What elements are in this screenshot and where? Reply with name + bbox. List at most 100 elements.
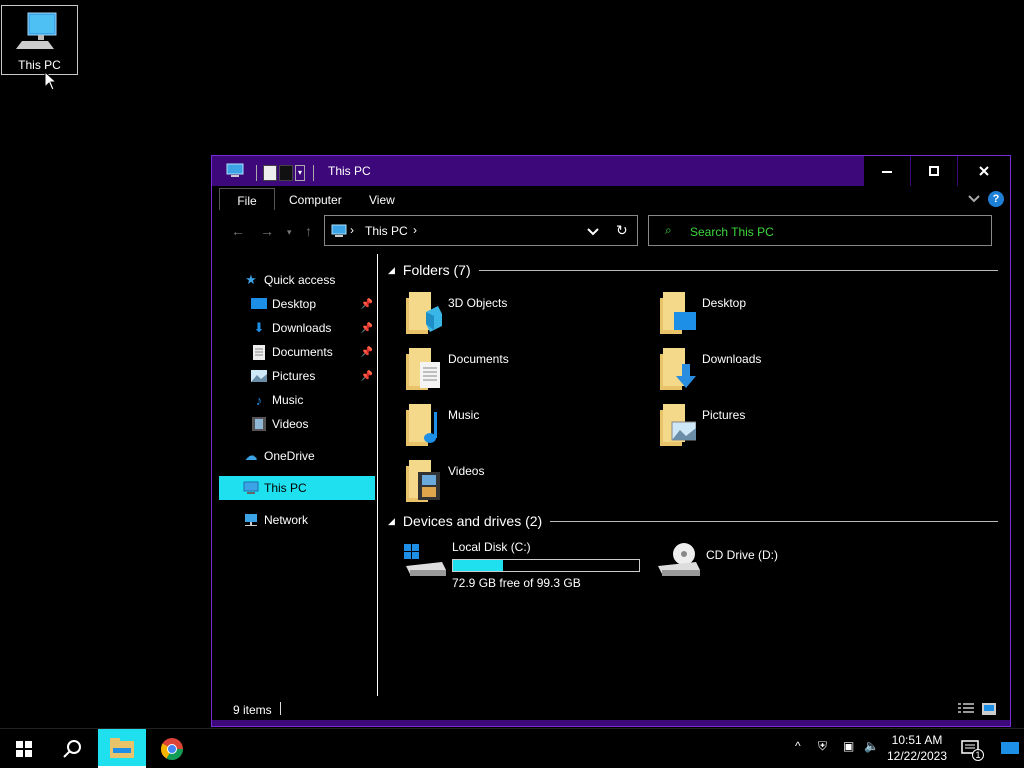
recent-locations-icon[interactable]: ▾ [287,227,292,238]
folder-music[interactable]: Music [402,402,652,452]
taskbar-chrome[interactable] [148,729,196,768]
refresh-icon[interactable]: ↻ [616,222,628,239]
collapse-icon: ◢ [388,264,395,275]
maximize-button[interactable] [911,156,957,186]
nav-item-pictures[interactable]: Pictures 📌 [212,364,377,388]
folder-name: Music [448,408,480,422]
start-button[interactable] [0,729,48,768]
large-icons-view-icon[interactable] [982,703,996,715]
notification-count: 1 [972,749,984,761]
show-hidden-icons-icon[interactable]: ^ [795,739,801,753]
volume-muted-icon[interactable]: 🔈 [864,739,879,753]
show-desktop-button[interactable] [996,729,1024,768]
folder-desktop[interactable]: Desktop [656,290,906,340]
nav-item-downloads[interactable]: ⬇ Downloads 📌 [212,316,377,340]
pin-icon: 📌 [360,322,373,334]
drive-cd-d[interactable]: CD Drive (D:) [656,538,906,594]
address-bar[interactable]: › This PC › ↻ [324,215,638,246]
drive-local-disk-c[interactable]: Local Disk (C:) 72.9 GB free of 99.3 GB [402,538,652,594]
security-warning-icon[interactable]: ⛨ [818,739,827,754]
tab-computer[interactable]: Computer [289,188,342,210]
nav-item-this-pc[interactable]: This PC [219,476,375,500]
content-pane: ◢ Folders (7) 3D Objects Desktop Documen… [378,254,1010,698]
customize-toolbar-button[interactable]: ▾ [295,165,305,181]
file-explorer-icon [110,737,134,758]
music-folder-icon [406,404,437,446]
folder-name: Pictures [702,408,746,422]
taskbar: ^ ⛨ ▣ 🔈 10:51 AM 12/22/2023 1 [0,728,1024,768]
expand-ribbon-icon[interactable] [968,194,980,204]
document-icon [250,343,268,361]
star-icon: ★ [245,272,257,287]
folder-name: 3D Objects [448,296,508,310]
this-pc-icon [226,163,244,177]
folder-3d-objects[interactable]: 3D Objects [402,290,652,340]
search-placeholder: Search This PC [690,225,774,239]
new-folder-icon[interactable] [279,165,293,181]
nav-item-label: Music [272,393,304,407]
navigation-pane: ★ Quick access Desktop 📌 ⬇ Downloads 📌 D… [212,254,377,698]
close-icon [979,166,989,176]
nav-item-onedrive[interactable]: ☁ OneDrive [212,444,377,468]
downloads-folder-icon [660,348,696,390]
nav-item-label: Pictures [272,369,316,383]
nav-item-network[interactable]: Network [212,508,377,532]
details-view-icon[interactable] [958,703,974,715]
folder-downloads[interactable]: Downloads [656,346,906,396]
close-button[interactable] [958,156,1010,186]
back-icon[interactable]: ← [231,223,245,239]
desktop-icon-this-pc[interactable]: This PC [1,5,78,75]
network-disconnected-icon[interactable]: ▣ [843,739,854,753]
desktop-folder-icon [660,292,696,334]
clock[interactable]: 10:51 AM 12/22/2023 [886,732,948,764]
mouse-cursor-icon [44,71,58,91]
tab-file[interactable]: File [219,188,275,210]
up-icon[interactable]: ↑ [305,223,312,239]
this-pc-icon [331,224,347,237]
taskbar-file-explorer[interactable] [98,729,146,768]
nav-item-documents[interactable]: Documents 📌 [212,340,377,364]
title-bar[interactable]: ▾ This PC [212,156,1010,186]
search-button[interactable] [48,729,96,768]
chevron-right-icon[interactable]: › [413,223,417,237]
collapse-icon: ◢ [388,515,395,526]
maximize-icon [929,166,939,176]
pin-icon: 📌 [360,346,373,358]
nav-item-label: Quick access [264,273,336,287]
nav-item-quick-access[interactable]: ★ Quick access [212,268,377,292]
3d-objects-folder-icon [406,292,442,334]
computer-icon [242,479,260,497]
tab-view[interactable]: View [369,188,395,210]
group-title: Folders (7) [402,262,471,278]
properties-icon[interactable] [263,165,277,181]
nav-item-label: Network [264,513,309,527]
navigation-bar: ← → ▾ ↑ › This PC › ↻ ⌕ Search This PC [212,214,1010,246]
nav-item-label: Documents [272,345,333,359]
address-dropdown-icon[interactable] [587,227,599,237]
minimize-button[interactable] [864,156,910,186]
search-box[interactable]: ⌕ Search This PC [648,215,992,246]
folder-videos[interactable]: Videos [402,458,652,508]
chevron-right-icon[interactable]: › [350,223,354,237]
window-bottom-border [212,720,1010,726]
nav-item-desktop[interactable]: Desktop 📌 [212,292,377,316]
action-center-button[interactable]: 1 [956,729,986,768]
download-icon: ⬇ [253,320,265,335]
picture-icon [250,367,268,385]
desktop-icon [1001,742,1019,754]
forward-icon[interactable]: → [260,223,274,239]
breadcrumb[interactable]: This PC [365,224,408,238]
folder-documents[interactable]: Documents [402,346,652,396]
help-button[interactable]: ? [988,191,1004,207]
group-header-devices[interactable]: ◢ Devices and drives (2) [388,513,998,529]
computer-icon [16,12,57,49]
group-header-folders[interactable]: ◢ Folders (7) [388,262,998,278]
nav-item-videos[interactable]: Videos [212,412,377,436]
divider [550,520,998,522]
status-bar: 9 items [212,698,1010,720]
folder-pictures[interactable]: Pictures [656,402,906,452]
desktop-icon-label: This PC [18,58,61,72]
nav-item-music[interactable]: ♪ Music [212,388,377,412]
nav-item-label: Videos [272,417,309,431]
music-note-icon: ♪ [255,392,263,408]
